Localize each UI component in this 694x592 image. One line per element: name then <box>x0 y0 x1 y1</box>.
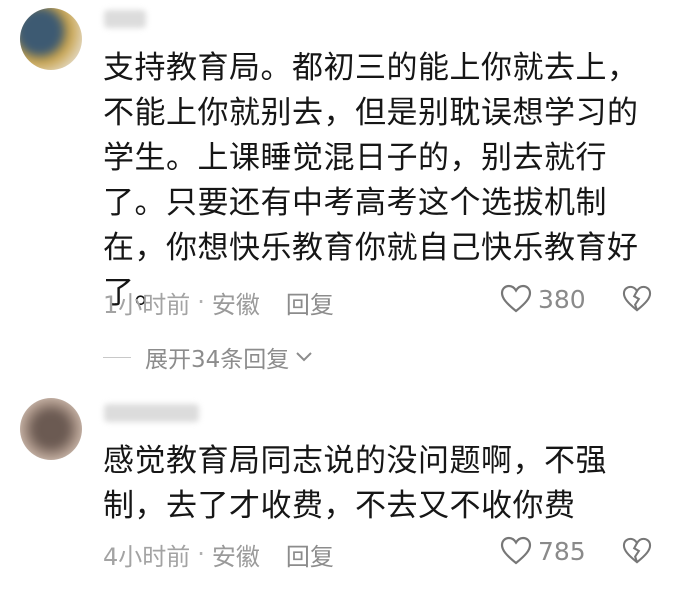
broken-heart-icon <box>622 537 652 564</box>
expand-replies-label: 展开34条回复 <box>145 347 290 373</box>
like-button[interactable]: 380 <box>500 284 586 314</box>
avatar[interactable] <box>20 398 82 460</box>
like-count: 380 <box>538 284 586 314</box>
divider-line <box>103 356 131 358</box>
like-count: 785 <box>538 536 586 566</box>
comment-text: 感觉教育局同志说的没问题啊，不强制，去了才收费，不去又不收你费 <box>103 443 607 524</box>
avatar[interactable] <box>20 8 82 70</box>
expand-replies-button[interactable]: 展开34条回复 <box>103 339 313 375</box>
comment-location: 安徽 <box>211 542 260 571</box>
heart-outline-icon <box>500 536 532 565</box>
chevron-down-icon <box>296 352 312 362</box>
comment-item-1: 支持教育局。都初三的能上你就去上，不能上你就别去，但是别耽误想学习的学生。上课睡… <box>0 0 694 330</box>
comment-text: 支持教育局。都初三的能上你就去上，不能上你就别去，但是别耽误想学习的学生。上课睡… <box>103 50 639 311</box>
dislike-button[interactable] <box>622 537 652 569</box>
broken-heart-icon <box>622 285 652 312</box>
separator-dot: · <box>197 288 205 316</box>
reply-button[interactable]: 回复 <box>286 537 334 572</box>
comment-time: 4小时前 <box>103 542 191 571</box>
comment-time: 1小时前 <box>103 290 191 319</box>
comment-meta: 1小时前 · 安徽 回复 <box>103 282 673 322</box>
reply-button[interactable]: 回复 <box>286 285 334 320</box>
comment-location: 安徽 <box>211 290 260 319</box>
comment-meta: 4小时前 · 安徽 回复 <box>103 534 673 574</box>
like-button[interactable]: 785 <box>500 536 586 566</box>
heart-outline-icon <box>500 284 532 313</box>
username-blurred[interactable] <box>104 10 146 28</box>
username-blurred[interactable] <box>104 404 199 422</box>
dislike-button[interactable] <box>622 285 652 317</box>
comment-item-2: 感觉教育局同志说的没问题啊，不强制，去了才收费，不去又不收你费 4小时前 · 安… <box>0 390 694 590</box>
separator-dot: · <box>197 540 205 568</box>
